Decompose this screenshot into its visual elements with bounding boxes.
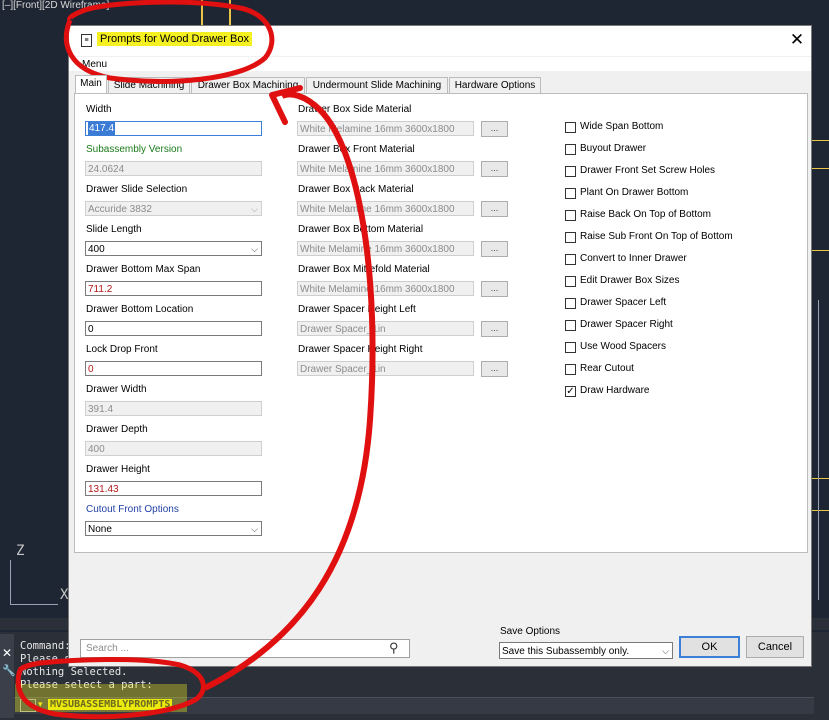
annotation-overlay xyxy=(15,0,376,720)
annotation-circle-title xyxy=(63,0,275,84)
annotation-circle-command xyxy=(15,657,206,720)
tab-main[interactable]: Main xyxy=(75,75,107,93)
annotation-arrow-shaft xyxy=(203,91,376,691)
